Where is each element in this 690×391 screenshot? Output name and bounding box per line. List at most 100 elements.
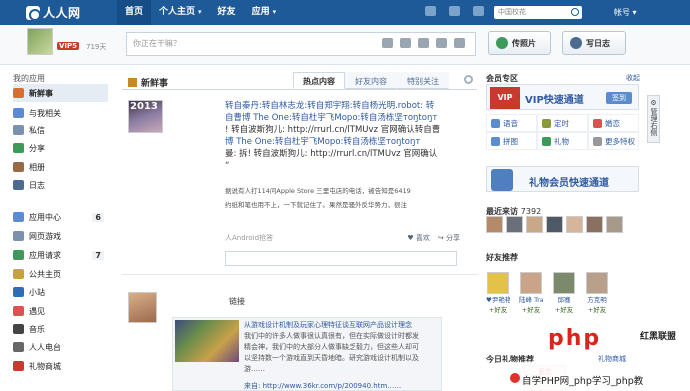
- sidebar-item[interactable]: 应用中心 6: [13, 208, 108, 226]
- avatar[interactable]: [526, 216, 543, 233]
- vip-feature-item[interactable]: 更多特权: [588, 132, 639, 150]
- post-actions: ♥ 喜欢 ↪ 分享: [407, 233, 460, 243]
- search-input[interactable]: 中国校花: [494, 6, 582, 19]
- film-icon[interactable]: [454, 38, 465, 48]
- post-avatar[interactable]: 2013: [128, 100, 163, 133]
- status-input[interactable]: 你正在干嘛？: [126, 32, 476, 56]
- tab-hot[interactable]: 热点内容: [293, 72, 345, 89]
- gift-channel-label: 礼物会员快速通道: [529, 178, 609, 189]
- tab-following[interactable]: 特别关注: [397, 72, 449, 89]
- sidebar-item[interactable]: 新鲜事: [13, 84, 108, 102]
- post-line[interactable]: 转自秦丹:转自林志龙:转自郑宇翔:转自杨光明.robot: 转: [225, 100, 450, 112]
- sidebar-item[interactable]: 与我相关: [13, 104, 108, 122]
- friend-name[interactable]: 邱骞: [552, 294, 576, 304]
- avatar[interactable]: [520, 272, 542, 294]
- camera-icon[interactable]: [382, 38, 393, 48]
- notification-icon[interactable]: [425, 6, 436, 16]
- avatar[interactable]: [486, 216, 503, 233]
- friend-name[interactable]: 陆峰 Trac: [519, 294, 543, 304]
- friend-card: 方克明 +好友: [585, 272, 609, 314]
- link-icon[interactable]: [436, 38, 447, 48]
- reply-input[interactable]: [225, 251, 457, 266]
- sidebar-item[interactable]: 网页游戏: [13, 227, 108, 245]
- site-logo[interactable]: 人人网: [26, 4, 81, 21]
- sidebar-item[interactable]: 小站: [13, 283, 108, 301]
- like-button[interactable]: ♥ 喜欢: [407, 233, 430, 243]
- write-blog-button[interactable]: 写日志: [562, 31, 626, 55]
- add-friend-button[interactable]: +好友: [486, 304, 510, 314]
- avatar[interactable]: [606, 216, 623, 233]
- gear-icon[interactable]: [464, 75, 473, 84]
- nav-profile[interactable]: 个人主页 ▾: [151, 0, 210, 25]
- gift-channel[interactable]: 礼物会员快速通道: [486, 166, 639, 192]
- app-request-icon: [13, 250, 24, 260]
- post-line[interactable]: 博 The One:转自杜宇飞Mopo:转自汤栋坚ᴛoŋtoŋᴛ: [225, 136, 450, 148]
- account-menu[interactable]: 帐号 ▾: [614, 0, 637, 25]
- sidebar-item-label: 网页游戏: [29, 231, 61, 241]
- avatar[interactable]: [553, 272, 575, 294]
- post-line[interactable]: 曼: 拆! 转自波斯狗儿: http://rrurl.cn/lTMUvz 官网确…: [225, 148, 450, 160]
- friend-name[interactable]: ♥尹艳艳: [486, 294, 510, 304]
- sidebar-item[interactable]: 私信: [13, 121, 108, 139]
- post-line[interactable]: ! 转自波斯狗儿: http://rrurl.cn/lTMUvz 官网确认转自曹: [225, 124, 450, 136]
- link-title[interactable]: 从游戏设计机制及玩家心理特征谈互联网产品设计理念: [244, 320, 440, 331]
- sidebar-item-label: 人人电台: [29, 342, 61, 352]
- vip-feature-item[interactable]: 婚恋: [588, 114, 639, 132]
- sidebar-item[interactable]: 礼物商城: [13, 357, 108, 375]
- avatar[interactable]: [546, 216, 563, 233]
- avatar[interactable]: [487, 272, 509, 294]
- vip-feature-item[interactable]: 拼图: [486, 132, 537, 150]
- avatar[interactable]: [27, 28, 53, 55]
- add-friend-button[interactable]: +好友: [552, 304, 576, 314]
- post-avatar[interactable]: [128, 292, 157, 323]
- nav-friends[interactable]: 好友: [210, 0, 244, 25]
- quote-line: 据说有人打114问Apple Store 三里屯店的电话，被告知是6419: [225, 187, 411, 195]
- sidebar-item[interactable]: 日志: [13, 176, 108, 194]
- sidebar-item[interactable]: 分享: [13, 139, 108, 157]
- add-friend-button[interactable]: +好友: [585, 304, 609, 314]
- collapse-link[interactable]: 收起: [626, 73, 640, 83]
- avatar[interactable]: [506, 216, 523, 233]
- upload-photo-button[interactable]: 传照片: [488, 31, 551, 55]
- sidebar-item[interactable]: 遇见: [13, 302, 108, 320]
- nav-apps[interactable]: 应用 ▾: [244, 0, 285, 25]
- sidebar-item[interactable]: 公共主页: [13, 265, 108, 283]
- friend-request-icon[interactable]: [473, 6, 484, 16]
- tab-friends[interactable]: 好友内容: [345, 72, 397, 89]
- sidebar-item[interactable]: 应用请求 7: [13, 246, 108, 264]
- album-icon: [13, 162, 24, 172]
- sidebar-item[interactable]: 人人电台: [13, 338, 108, 356]
- summary-line: 以坚持数一个游戏直到天昏地暗。研究游戏设计机制以及: [244, 354, 419, 362]
- sidebar-item[interactable]: 音乐: [13, 320, 108, 338]
- puzzle-icon: [491, 136, 500, 146]
- sign-in-button[interactable]: 签到: [606, 92, 632, 104]
- summary-line: 精会神，我们中的大部分人做事缺乏毅力，但这些人却可: [244, 343, 419, 351]
- shared-quote: 据说有人打114问Apple Store 三里屯店的电话，被告知是6419 约纸…: [225, 184, 450, 214]
- post-line[interactable]: 自曹博 The One:转自杜宇飞Mopo:转自汤栋坚ᴛoŋtoŋᴛ: [225, 112, 450, 124]
- friend-name[interactable]: 方克明: [585, 294, 609, 304]
- avatar[interactable]: [586, 216, 603, 233]
- watermark-dot-icon: [510, 373, 520, 383]
- sidebar-item[interactable]: 相册: [13, 158, 108, 176]
- share-button[interactable]: ↪ 分享: [438, 233, 460, 243]
- vip-feature-item[interactable]: 语音: [486, 114, 537, 132]
- vip-channel[interactable]: VIP VIP快速通道 签到: [486, 84, 639, 110]
- add-friend-button[interactable]: +好友: [519, 304, 543, 314]
- link-card[interactable]: 从游戏设计机制及玩家心理特征谈互联网产品设计理念 我们中的许多人做事很认真很有，…: [172, 317, 442, 391]
- vip-feature-item[interactable]: 定时: [537, 114, 588, 132]
- gift-icon: [542, 136, 551, 146]
- search-icon[interactable]: [571, 8, 579, 16]
- vip-feature-item[interactable]: 礼物: [537, 132, 588, 150]
- publisher-header: VIP5 719天 你正在干嘛？ 传照片 写日志: [0, 25, 690, 65]
- video-icon[interactable]: [400, 38, 411, 48]
- avatar[interactable]: [566, 216, 583, 233]
- friends-title: 好友推荐: [486, 253, 518, 262]
- avatar[interactable]: [586, 272, 608, 294]
- link-thumbnail[interactable]: [175, 320, 239, 362]
- manage-right-tab[interactable]: ⚙ 管理右侧: [647, 95, 660, 143]
- music-note-icon[interactable]: [418, 38, 429, 48]
- vip-badge[interactable]: VIP5: [57, 42, 80, 50]
- nav-home[interactable]: 首页: [117, 0, 152, 25]
- link-url[interactable]: 来自: http://www.36kr.com/p/200940.htm……: [244, 381, 401, 391]
- message-icon[interactable]: [449, 6, 460, 16]
